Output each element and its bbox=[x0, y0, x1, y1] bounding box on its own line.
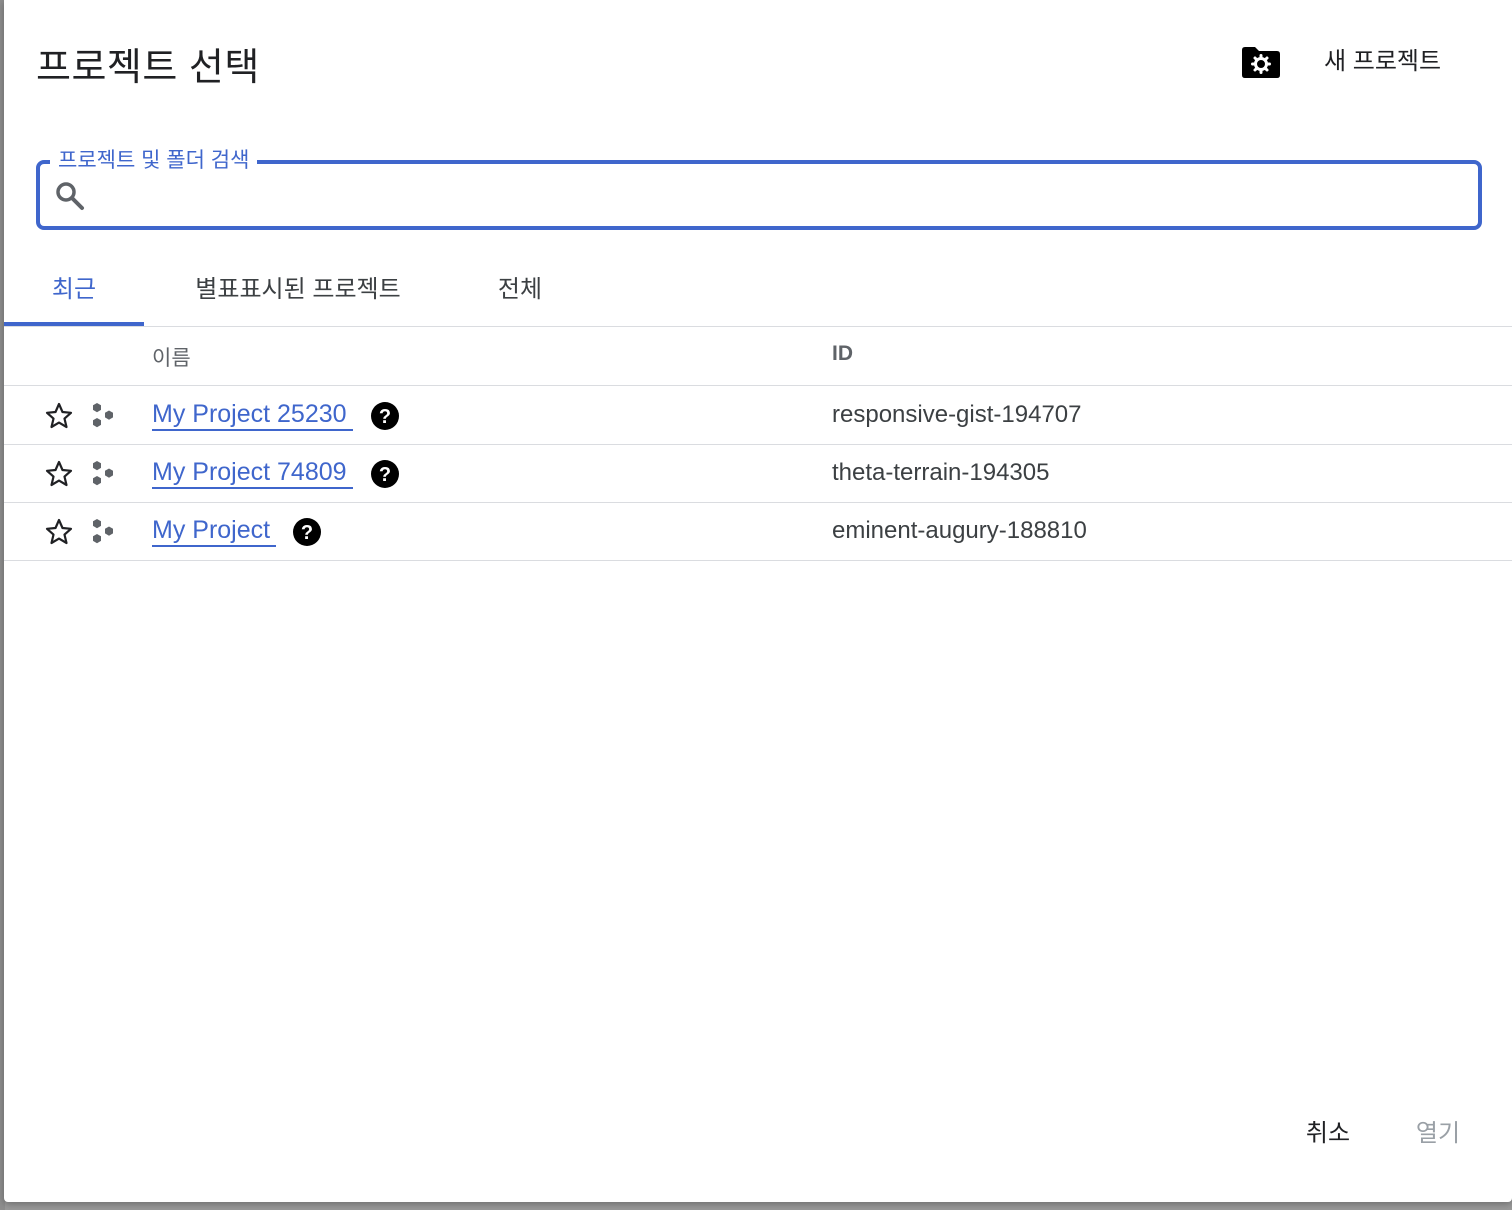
tab-starred[interactable]: 별표표시된 프로젝트 bbox=[170, 262, 426, 326]
select-project-dialog: 프로젝트 선택 새 프로젝트 프로젝트 및 폴더 검색 최근 별표표시된 프로젝… bbox=[4, 0, 1512, 1202]
search-field[interactable]: 프로젝트 및 폴더 검색 bbox=[36, 146, 1482, 230]
project-id: theta-terrain-194305 bbox=[832, 459, 1050, 486]
svg-text:?: ? bbox=[301, 522, 313, 544]
folder-gear-icon[interactable] bbox=[1240, 44, 1282, 80]
help-circle-icon[interactable]: ? bbox=[370, 401, 400, 431]
project-id: responsive-gist-194707 bbox=[832, 401, 1082, 428]
help-circle-icon[interactable]: ? bbox=[292, 517, 322, 547]
search-icon bbox=[56, 182, 84, 210]
project-hexagons-icon bbox=[93, 519, 113, 544]
help-circle-icon[interactable]: ? bbox=[370, 459, 400, 489]
cancel-button[interactable]: 취소 bbox=[1288, 1110, 1368, 1158]
column-header-name[interactable]: 이름 bbox=[152, 342, 191, 372]
project-name-link[interactable]: My Project bbox=[152, 515, 277, 547]
project-hexagons-icon bbox=[93, 403, 113, 428]
search-input[interactable] bbox=[100, 172, 1464, 220]
table-row[interactable]: My Project 25230 ? responsive-gist-19470… bbox=[4, 387, 1512, 445]
tab-recent[interactable]: 최근 bbox=[4, 262, 144, 326]
project-name-link[interactable]: My Project 74809 bbox=[152, 457, 353, 489]
star-outline-icon[interactable] bbox=[44, 401, 74, 431]
column-header-id[interactable]: ID bbox=[832, 342, 853, 366]
table-row[interactable]: My Project ? eminent-augury-188810 bbox=[4, 503, 1512, 561]
tab-bar: 최근 별표표시된 프로젝트 전체 bbox=[4, 262, 1512, 327]
tab-all[interactable]: 전체 bbox=[474, 262, 566, 326]
star-outline-icon[interactable] bbox=[44, 459, 74, 489]
project-hexagons-icon bbox=[93, 461, 113, 486]
new-project-button[interactable]: 새 프로젝트 bbox=[1304, 40, 1461, 84]
project-id: eminent-augury-188810 bbox=[832, 517, 1087, 544]
svg-text:?: ? bbox=[379, 464, 391, 486]
svg-text:?: ? bbox=[379, 406, 391, 428]
table-row[interactable]: My Project 74809 ? theta-terrain-194305 bbox=[4, 445, 1512, 503]
open-button: 열기 bbox=[1415, 1120, 1461, 1147]
dialog-title: 프로젝트 선택 bbox=[36, 47, 260, 89]
table-header: 이름 ID bbox=[4, 328, 1512, 386]
star-outline-icon[interactable] bbox=[44, 517, 74, 547]
project-name-link[interactable]: My Project 25230 bbox=[152, 399, 353, 431]
